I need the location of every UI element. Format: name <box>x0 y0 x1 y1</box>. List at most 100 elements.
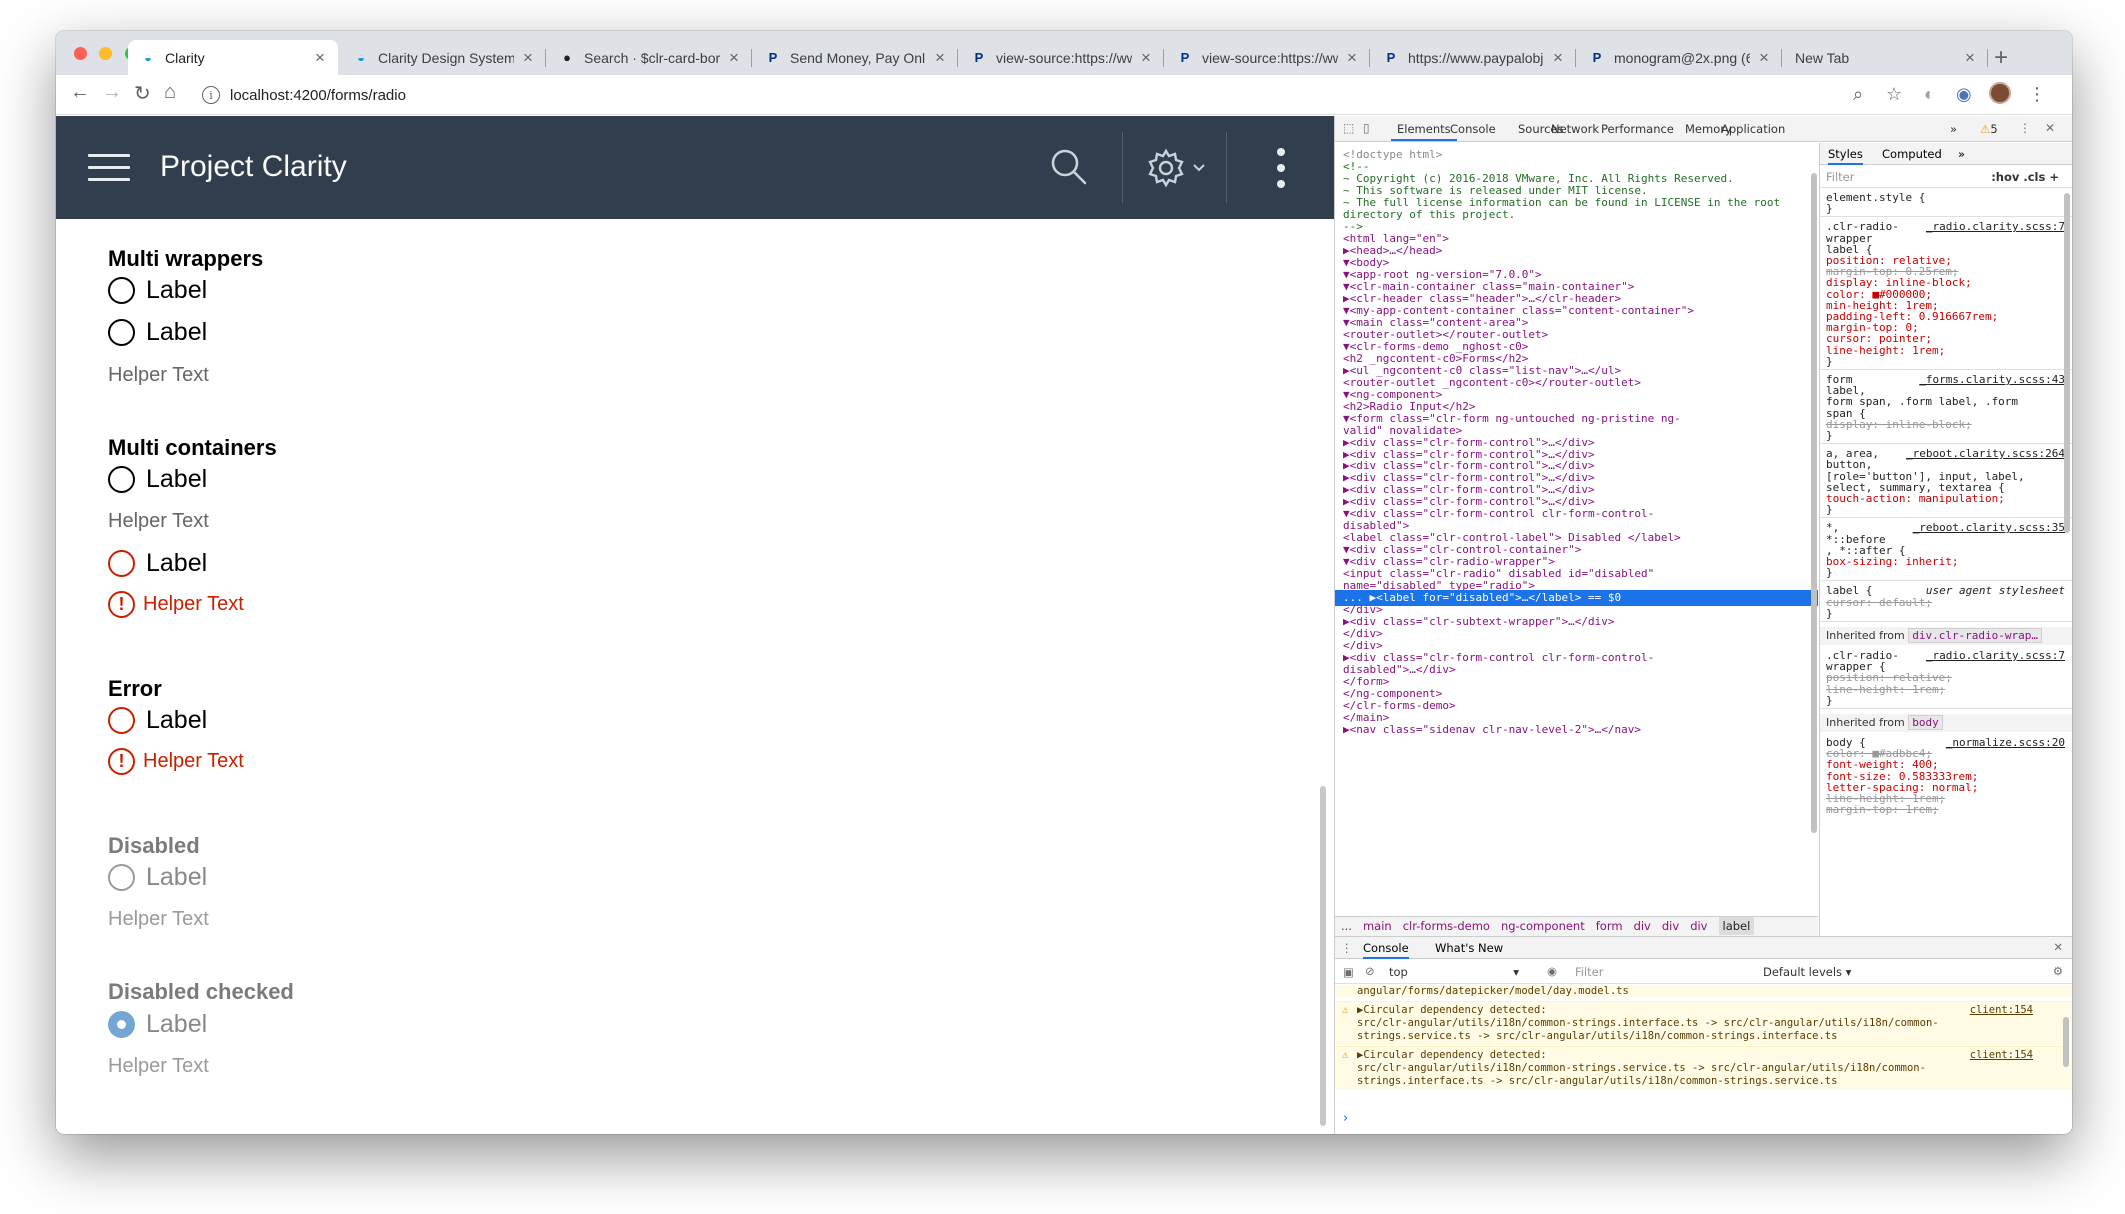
browser-tab[interactable]: Pmonogram@2x.png (60 × <box>1577 40 1782 75</box>
browser-tab[interactable]: ● Search · $clr-card-borde × <box>547 40 752 75</box>
css-source-link[interactable]: _reboot.clarity.scss:264 <box>1906 447 2065 460</box>
tab-computed[interactable]: Computed <box>1882 147 1942 161</box>
close-tab-icon[interactable]: × <box>1138 48 1154 68</box>
forward-button[interactable]: → <box>102 81 122 104</box>
tab-application[interactable]: Application <box>1721 122 1785 136</box>
browser-tab[interactable]: Phttps://www.paypalobjec × <box>1371 40 1576 75</box>
close-tab-icon[interactable]: × <box>1344 48 1360 68</box>
css-line[interactable]: margin-top: 1rem; <box>1826 803 1939 817</box>
chrome-menu-icon[interactable]: ⋮ <box>2028 84 2046 105</box>
close-tab-icon[interactable]: × <box>726 48 742 68</box>
console-scrollbar[interactable] <box>2063 1017 2069 1067</box>
breadcrumb-item[interactable]: div <box>1690 919 1707 933</box>
styles-filter-input[interactable]: Filter :hov .cls + <box>1820 166 2072 188</box>
radio-option[interactable]: Label <box>108 276 207 305</box>
tab-performance[interactable]: Performance <box>1601 122 1674 136</box>
css-line[interactable]: touch-action: manipulation; <box>1826 492 2005 506</box>
radio-button[interactable] <box>108 466 135 493</box>
inherited-element-link[interactable]: div.clr-radio-wrap… <box>1908 628 2043 643</box>
console-filter-input[interactable]: Filter <box>1575 965 1603 979</box>
css-source-link[interactable]: _reboot.clarity.scss:35 <box>1913 521 2065 534</box>
close-tab-icon[interactable]: × <box>932 48 948 68</box>
css-line[interactable]: display: inline-block; <box>1826 418 1972 432</box>
console-prompt[interactable]: › <box>1343 1111 1348 1126</box>
console-warning[interactable]: ⚠ ▶Circular dependency detected: src/clr-a… <box>1335 1001 2072 1045</box>
radio-label[interactable]: Label <box>146 318 207 347</box>
css-line[interactable]: } <box>1826 429 1833 443</box>
devtools-menu-icon[interactable]: ⋮ <box>2019 121 2031 135</box>
extension-icon[interactable]: ◐ <box>1924 84 1935 105</box>
css-line[interactable]: } <box>1826 607 1833 621</box>
chevron-down-icon[interactable] <box>1192 163 1206 173</box>
more-tabs-icon[interactable]: » <box>1950 122 1957 136</box>
address-bar[interactable]: i localhost:4200/forms/radio <box>196 79 1936 111</box>
page-scrollbar[interactable] <box>1320 786 1326 1126</box>
breadcrumb-item[interactable]: ... <box>1341 919 1352 933</box>
close-tab-icon[interactable]: × <box>1550 48 1566 68</box>
home-button[interactable]: ⌂ <box>164 81 176 104</box>
css-line[interactable]: } <box>1826 202 1833 216</box>
sidebar-toggle-icon[interactable]: ▣ <box>1343 965 1354 979</box>
zoom-icon[interactable]: ⌕ <box>1853 84 1863 105</box>
dom-node[interactable]: ▶<nav class="sidenav clr-nav-level-2">…<… <box>1335 722 1818 738</box>
search-icon[interactable] <box>1050 148 1088 186</box>
css-line[interactable]: } <box>1826 566 1833 580</box>
close-tab-icon[interactable]: × <box>520 48 536 68</box>
clear-console-icon[interactable]: ⊘ <box>1365 964 1375 978</box>
profile-avatar[interactable] <box>1989 82 2011 109</box>
minimize-window-button[interactable] <box>99 47 113 60</box>
css-line[interactable]: element.style { <box>1826 191 1925 205</box>
inspect-element-icon[interactable]: ⬚ <box>1343 121 1354 135</box>
gear-icon[interactable] <box>1146 148 1186 188</box>
breadcrumb-item[interactable]: form <box>1596 919 1623 933</box>
back-button[interactable]: ← <box>70 81 90 104</box>
tab-whats-new[interactable]: What's New <box>1435 941 1503 955</box>
radio-button[interactable] <box>108 277 135 304</box>
css-source-link[interactable]: _radio.clarity.scss:7 <box>1926 220 2065 233</box>
tab-console[interactable]: Console <box>1363 941 1409 959</box>
more-vertical-icon[interactable] <box>1276 146 1286 190</box>
radio-option[interactable]: Label <box>108 706 207 735</box>
radio-label[interactable]: Label <box>146 276 207 305</box>
close-window-button[interactable] <box>74 47 87 60</box>
hamburger-menu-icon[interactable] <box>88 154 130 182</box>
close-tab-icon[interactable]: × <box>1962 48 1978 68</box>
radio-option[interactable]: Label <box>108 549 207 578</box>
css-source-link[interactable]: _normalize.scss:20 <box>1946 736 2065 749</box>
browser-tab[interactable]: ◒ Clarity × <box>128 40 338 75</box>
css-line[interactable]: line-height: 1rem; <box>1826 683 1945 697</box>
css-line[interactable]: } <box>1826 694 1833 708</box>
css-line[interactable]: line-height: 1rem; <box>1826 344 1945 358</box>
reload-button[interactable]: ↻ <box>134 81 151 106</box>
css-line[interactable]: } <box>1826 355 1833 369</box>
close-devtools-icon[interactable]: ✕ <box>2045 121 2055 135</box>
radio-label[interactable]: Label <box>146 465 207 494</box>
css-line[interactable]: } <box>1826 503 1833 517</box>
bookmark-star-icon[interactable]: ☆ <box>1886 84 1902 105</box>
breadcrumb-item[interactable]: clr-forms-demo <box>1403 919 1490 933</box>
radio-button[interactable] <box>108 707 135 734</box>
breadcrumb-item[interactable]: div <box>1634 919 1651 933</box>
radio-label[interactable]: Label <box>146 706 207 735</box>
close-drawer-icon[interactable]: ✕ <box>2053 940 2063 954</box>
radio-option[interactable]: Label <box>108 465 207 494</box>
log-levels-select[interactable]: Default levels ▾ <box>1763 965 1851 979</box>
drawer-menu-icon[interactable]: ⋮ <box>1341 941 1353 955</box>
radio-button[interactable] <box>108 550 135 577</box>
breadcrumb-item[interactable]: main <box>1363 919 1392 933</box>
browser-tab[interactable]: Pview-source:https://ww × <box>1165 40 1370 75</box>
browser-tab[interactable]: ◒ Clarity Design System - E × <box>341 40 546 75</box>
breadcrumb-item[interactable]: div <box>1662 919 1679 933</box>
css-line[interactable]: cursor: default; <box>1826 596 1932 610</box>
tab-styles[interactable]: Styles <box>1828 147 1863 165</box>
styles-scrollbar[interactable] <box>2064 193 2070 533</box>
browser-tab[interactable]: New Tab × <box>1783 40 1988 75</box>
breadcrumb-item[interactable]: label <box>1718 917 1755 935</box>
new-tab-button[interactable]: + <box>1994 44 2008 72</box>
browser-tab[interactable]: P Send Money, Pay Online × <box>753 40 958 75</box>
extension-icon[interactable]: ◉ <box>1956 84 1972 105</box>
context-select[interactable]: top ▾ <box>1389 965 1519 979</box>
device-toolbar-icon[interactable]: ▯ <box>1363 121 1370 135</box>
hov-cls-toggles[interactable]: :hov .cls + <box>1991 170 2059 184</box>
browser-tab[interactable]: Pview-source:https://ww × <box>959 40 1164 75</box>
